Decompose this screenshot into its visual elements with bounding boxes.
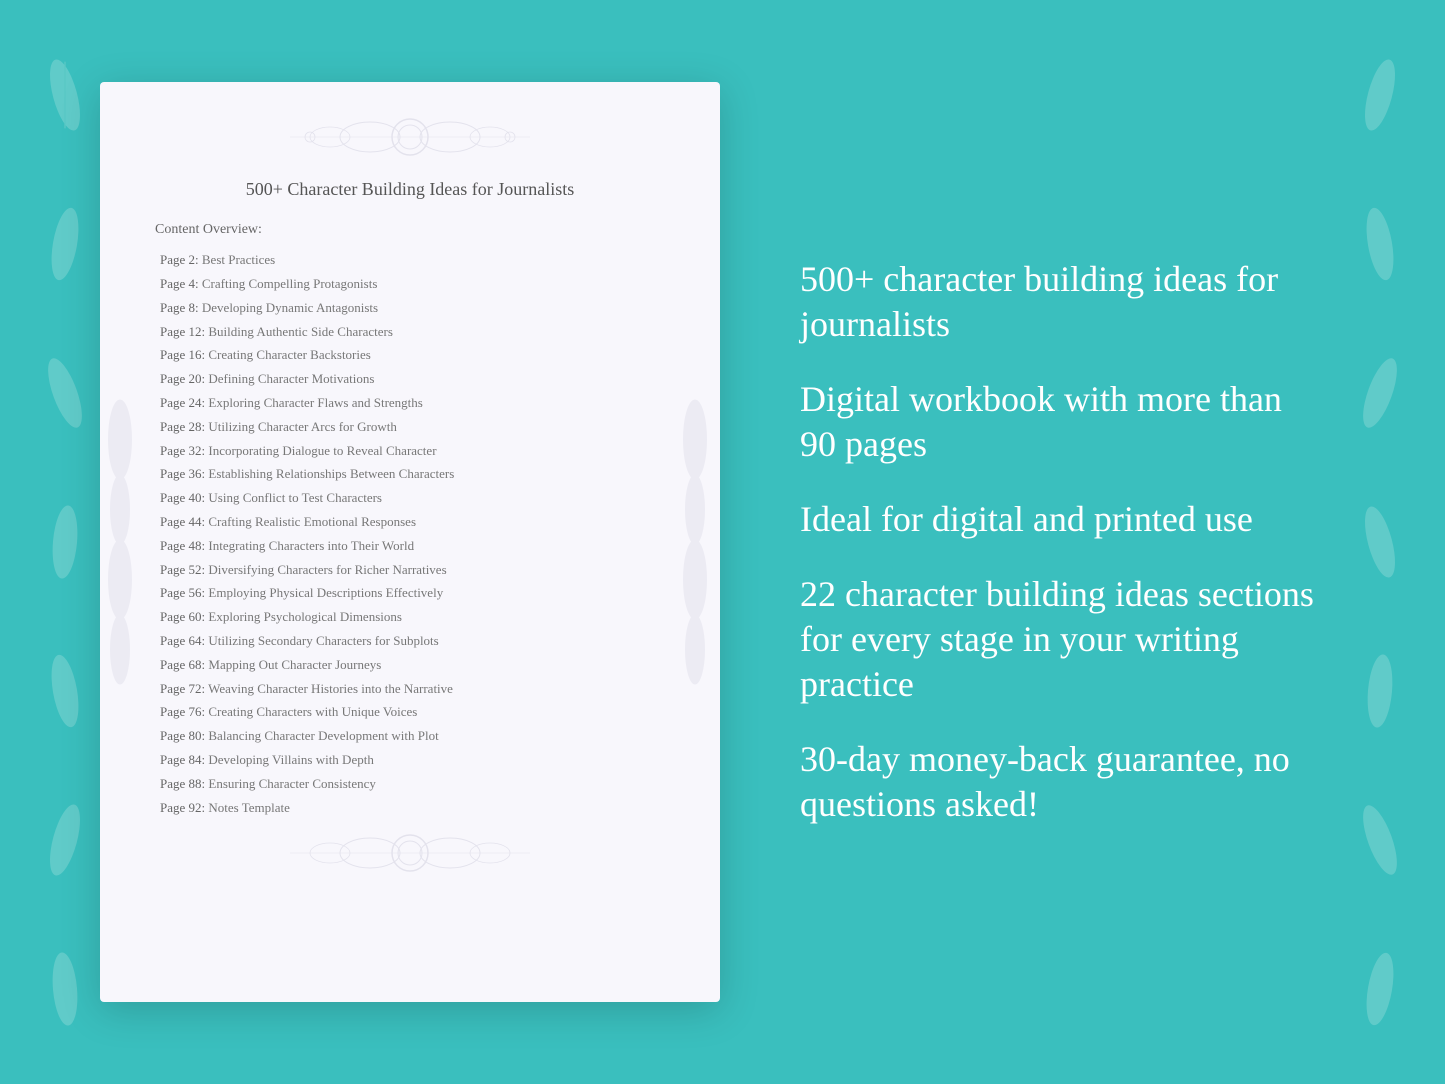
- doc-side-left-decoration: [105, 390, 140, 695]
- toc-title: Utilizing Secondary Characters for Subpl…: [208, 633, 438, 648]
- table-of-contents-item: Page 48: Integrating Characters into The…: [150, 536, 670, 557]
- table-of-contents-item: Page 92: Notes Template: [150, 798, 670, 819]
- toc-title: Diversifying Characters for Richer Narra…: [208, 562, 446, 577]
- toc-title: Integrating Characters into Their World: [208, 538, 414, 553]
- table-of-contents-item: Page 16: Creating Character Backstories: [150, 345, 670, 366]
- toc-title: Creating Characters with Unique Voices: [208, 704, 417, 719]
- table-of-contents-item: Page 44: Crafting Realistic Emotional Re…: [150, 512, 670, 533]
- table-of-contents-item: Page 4: Crafting Compelling Protagonists: [150, 274, 670, 295]
- table-of-contents-item: Page 64: Utilizing Secondary Characters …: [150, 631, 670, 652]
- toc-page-number: Page 2:: [160, 252, 199, 267]
- feature-item: 500+ character building ideas for journa…: [800, 257, 1325, 347]
- table-of-contents-item: Page 12: Building Authentic Side Charact…: [150, 322, 670, 343]
- table-of-contents-item: Page 40: Using Conflict to Test Characte…: [150, 488, 670, 509]
- right-panel: 500+ character building ideas for journa…: [780, 257, 1325, 827]
- toc-title: Crafting Realistic Emotional Responses: [208, 514, 416, 529]
- toc-page-number: Page 76:: [160, 704, 205, 719]
- table-of-contents: Page 2: Best PracticesPage 4: Crafting C…: [150, 250, 670, 818]
- table-of-contents-item: Page 56: Employing Physical Descriptions…: [150, 583, 670, 604]
- table-of-contents-item: Page 60: Exploring Psychological Dimensi…: [150, 607, 670, 628]
- document: 500+ Character Building Ideas for Journa…: [100, 82, 720, 1002]
- toc-title: Weaving Character Histories into the Nar…: [208, 681, 453, 696]
- toc-title: Mapping Out Character Journeys: [208, 657, 381, 672]
- toc-page-number: Page 28:: [160, 419, 205, 434]
- table-of-contents-item: Page 84: Developing Villains with Depth: [150, 750, 670, 771]
- toc-title: Incorporating Dialogue to Reveal Charact…: [208, 443, 436, 458]
- toc-title: Using Conflict to Test Characters: [208, 490, 382, 505]
- toc-page-number: Page 84:: [160, 752, 205, 767]
- toc-page-number: Page 64:: [160, 633, 205, 648]
- toc-title: Ensuring Character Consistency: [208, 776, 376, 791]
- toc-page-number: Page 56:: [160, 585, 205, 600]
- table-of-contents-item: Page 2: Best Practices: [150, 250, 670, 271]
- toc-page-number: Page 8:: [160, 300, 199, 315]
- feature-item: Ideal for digital and printed use: [800, 497, 1325, 542]
- toc-page-number: Page 24:: [160, 395, 205, 410]
- toc-title: Crafting Compelling Protagonists: [202, 276, 378, 291]
- feature-item: 22 character building ideas sections for…: [800, 572, 1325, 707]
- main-layout: 500+ Character Building Ideas for Journa…: [0, 0, 1445, 1084]
- table-of-contents-item: Page 76: Creating Characters with Unique…: [150, 702, 670, 723]
- table-of-contents-item: Page 20: Defining Character Motivations: [150, 369, 670, 390]
- toc-title: Building Authentic Side Characters: [208, 324, 393, 339]
- toc-title: Exploring Character Flaws and Strengths: [208, 395, 422, 410]
- toc-page-number: Page 72:: [160, 681, 205, 696]
- doc-pattern-bottom: [150, 828, 670, 878]
- toc-page-number: Page 60:: [160, 609, 205, 624]
- table-of-contents-item: Page 24: Exploring Character Flaws and S…: [150, 393, 670, 414]
- toc-title: Developing Dynamic Antagonists: [202, 300, 378, 315]
- toc-title: Developing Villains with Depth: [208, 752, 373, 767]
- toc-title: Employing Physical Descriptions Effectiv…: [208, 585, 443, 600]
- table-of-contents-item: Page 72: Weaving Character Histories int…: [150, 679, 670, 700]
- table-of-contents-item: Page 8: Developing Dynamic Antagonists: [150, 298, 670, 319]
- toc-title: Defining Character Motivations: [208, 371, 374, 386]
- table-of-contents-item: Page 80: Balancing Character Development…: [150, 726, 670, 747]
- feature-item: 30-day money-back guarantee, no question…: [800, 737, 1325, 827]
- table-of-contents-item: Page 32: Incorporating Dialogue to Revea…: [150, 441, 670, 462]
- content-overview-label: Content Overview:: [155, 222, 670, 238]
- document-title: 500+ Character Building Ideas for Journa…: [150, 177, 670, 202]
- table-of-contents-item: Page 52: Diversifying Characters for Ric…: [150, 560, 670, 581]
- table-of-contents-item: Page 36: Establishing Relationships Betw…: [150, 464, 670, 485]
- toc-page-number: Page 36:: [160, 466, 205, 481]
- toc-page-number: Page 52:: [160, 562, 205, 577]
- toc-page-number: Page 68:: [160, 657, 205, 672]
- toc-page-number: Page 40:: [160, 490, 205, 505]
- doc-pattern-top: [150, 112, 670, 162]
- table-of-contents-item: Page 68: Mapping Out Character Journeys: [150, 655, 670, 676]
- toc-page-number: Page 4:: [160, 276, 199, 291]
- feature-item: Digital workbook with more than 90 pages: [800, 377, 1325, 467]
- toc-title: Balancing Character Development with Plo…: [208, 728, 438, 743]
- toc-title: Best Practices: [202, 252, 275, 267]
- toc-title: Utilizing Character Arcs for Growth: [208, 419, 396, 434]
- toc-title: Creating Character Backstories: [208, 347, 370, 362]
- toc-title: Notes Template: [208, 800, 290, 815]
- table-of-contents-item: Page 28: Utilizing Character Arcs for Gr…: [150, 417, 670, 438]
- toc-page-number: Page 80:: [160, 728, 205, 743]
- toc-page-number: Page 92:: [160, 800, 205, 815]
- table-of-contents-item: Page 88: Ensuring Character Consistency: [150, 774, 670, 795]
- toc-title: Exploring Psychological Dimensions: [208, 609, 402, 624]
- toc-title: Establishing Relationships Between Chara…: [208, 466, 454, 481]
- toc-page-number: Page 48:: [160, 538, 205, 553]
- toc-page-number: Page 44:: [160, 514, 205, 529]
- toc-page-number: Page 12:: [160, 324, 205, 339]
- toc-page-number: Page 20:: [160, 371, 205, 386]
- doc-side-right-decoration: [680, 390, 715, 695]
- toc-page-number: Page 32:: [160, 443, 205, 458]
- toc-page-number: Page 88:: [160, 776, 205, 791]
- toc-page-number: Page 16:: [160, 347, 205, 362]
